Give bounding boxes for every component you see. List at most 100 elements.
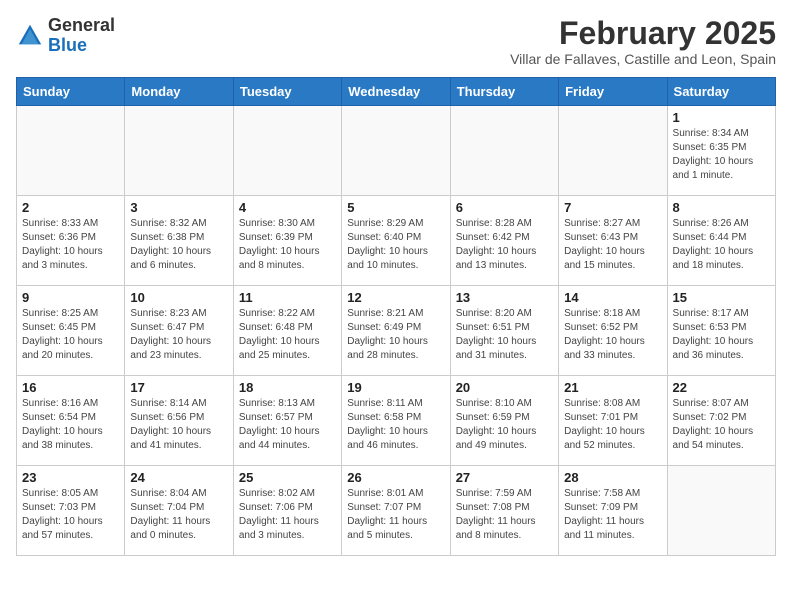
- day-number: 14: [564, 290, 661, 305]
- week-row-5: 23Sunrise: 8:05 AM Sunset: 7:03 PM Dayli…: [17, 466, 776, 556]
- day-info: Sunrise: 8:29 AM Sunset: 6:40 PM Dayligh…: [347, 217, 444, 273]
- calendar-cell: 19 Sunrise: 8:11 AM Sunset: 6:58 PM Dayli…: [342, 376, 450, 466]
- day-number: 28: [564, 470, 661, 485]
- week-row-1: 1 Sunrise: 8:34 AM Sunset: 6:35 PM Daylig…: [17, 106, 776, 196]
- calendar-cell: [450, 106, 558, 196]
- day-info: Sunrise: 8:33 AM Sunset: 6:36 PM Dayligh…: [22, 217, 119, 273]
- calendar-cell: [17, 106, 125, 196]
- day-info: Sunrise: 7:59 AM Sunset: 7:08 PM Dayligh…: [456, 487, 553, 543]
- calendar-cell: 21 Sunrise: 8:08 AM Sunset: 7:01 PM Dayli…: [559, 376, 667, 466]
- day-info: Sunrise: 8:23 AM Sunset: 6:47 PM Dayligh…: [130, 307, 227, 363]
- day-info: Sunrise: 8:10 AM Sunset: 6:59 PM Dayligh…: [456, 397, 553, 453]
- calendar-cell: [667, 466, 775, 556]
- day-header-thursday: Thursday: [450, 78, 558, 106]
- day-header-monday: Monday: [125, 78, 233, 106]
- calendar-cell: 14 Sunrise: 8:18 AM Sunset: 6:52 PM Dayli…: [559, 286, 667, 376]
- calendar-cell: 28 Sunrise: 7:58 AM Sunset: 7:09 PM Dayli…: [559, 466, 667, 556]
- calendar-subtitle: Villar de Fallaves, Castille and Leon, S…: [510, 51, 776, 67]
- calendar-cell: [342, 106, 450, 196]
- day-info: Sunrise: 7:58 AM Sunset: 7:09 PM Dayligh…: [564, 487, 661, 543]
- day-header-wednesday: Wednesday: [342, 78, 450, 106]
- logo-blue-text: Blue: [48, 36, 115, 56]
- day-number: 23: [22, 470, 119, 485]
- day-number: 22: [673, 380, 770, 395]
- day-number: 6: [456, 200, 553, 215]
- calendar-cell: 17Sunrise: 8:14 AM Sunset: 6:56 PM Dayli…: [125, 376, 233, 466]
- day-info: Sunrise: 8:07 AM Sunset: 7:02 PM Dayligh…: [673, 397, 770, 453]
- calendar-cell: 3 Sunrise: 8:32 AM Sunset: 6:38 PM Daylig…: [125, 196, 233, 286]
- day-info: Sunrise: 8:01 AM Sunset: 7:07 PM Dayligh…: [347, 487, 444, 543]
- calendar-cell: 25 Sunrise: 8:02 AM Sunset: 7:06 PM Dayli…: [233, 466, 341, 556]
- calendar-cell: 1 Sunrise: 8:34 AM Sunset: 6:35 PM Daylig…: [667, 106, 775, 196]
- day-number: 17: [130, 380, 227, 395]
- day-number: 3: [130, 200, 227, 215]
- logo-icon: [16, 22, 44, 50]
- day-header-friday: Friday: [559, 78, 667, 106]
- day-number: 8: [673, 200, 770, 215]
- title-area: February 2025 Villar de Fallaves, Castil…: [510, 16, 776, 67]
- calendar-cell: 4 Sunrise: 8:30 AM Sunset: 6:39 PM Daylig…: [233, 196, 341, 286]
- calendar-title: February 2025: [510, 16, 776, 51]
- day-number: 2: [22, 200, 119, 215]
- day-number: 18: [239, 380, 336, 395]
- day-info: Sunrise: 8:11 AM Sunset: 6:58 PM Dayligh…: [347, 397, 444, 453]
- day-info: Sunrise: 8:20 AM Sunset: 6:51 PM Dayligh…: [456, 307, 553, 363]
- calendar-cell: 20 Sunrise: 8:10 AM Sunset: 6:59 PM Dayli…: [450, 376, 558, 466]
- logo-text: General Blue: [48, 16, 115, 56]
- week-row-4: 16 Sunrise: 8:16 AM Sunset: 6:54 PM Dayli…: [17, 376, 776, 466]
- day-number: 20: [456, 380, 553, 395]
- day-number: 11: [239, 290, 336, 305]
- day-number: 19: [347, 380, 444, 395]
- day-info: Sunrise: 8:25 AM Sunset: 6:45 PM Dayligh…: [22, 307, 119, 363]
- day-info: Sunrise: 8:28 AM Sunset: 6:42 PM Dayligh…: [456, 217, 553, 273]
- calendar-cell: 13 Sunrise: 8:20 AM Sunset: 6:51 PM Dayli…: [450, 286, 558, 376]
- calendar-cell: 22 Sunrise: 8:07 AM Sunset: 7:02 PM Dayli…: [667, 376, 775, 466]
- calendar-cell: 2 Sunrise: 8:33 AM Sunset: 6:36 PM Daylig…: [17, 196, 125, 286]
- calendar-cell: 27 Sunrise: 7:59 AM Sunset: 7:08 PM Dayli…: [450, 466, 558, 556]
- calendar-cell: 10 Sunrise: 8:23 AM Sunset: 6:47 PM Dayli…: [125, 286, 233, 376]
- day-info: Sunrise: 8:26 AM Sunset: 6:44 PM Dayligh…: [673, 217, 770, 273]
- day-header-tuesday: Tuesday: [233, 78, 341, 106]
- day-number: 10: [130, 290, 227, 305]
- day-info: Sunrise: 8:13 AM Sunset: 6:57 PM Dayligh…: [239, 397, 336, 453]
- day-info: Sunrise: 8:22 AM Sunset: 6:48 PM Dayligh…: [239, 307, 336, 363]
- day-info: Sunrise: 8:30 AM Sunset: 6:39 PM Dayligh…: [239, 217, 336, 273]
- day-header-saturday: Saturday: [667, 78, 775, 106]
- calendar-cell: 23Sunrise: 8:05 AM Sunset: 7:03 PM Dayli…: [17, 466, 125, 556]
- day-number: 16: [22, 380, 119, 395]
- day-info: Sunrise: 8:34 AM Sunset: 6:35 PM Dayligh…: [673, 127, 770, 183]
- day-number: 26: [347, 470, 444, 485]
- calendar-cell: [559, 106, 667, 196]
- day-info: Sunrise: 8:02 AM Sunset: 7:06 PM Dayligh…: [239, 487, 336, 543]
- day-info: Sunrise: 8:16 AM Sunset: 6:54 PM Dayligh…: [22, 397, 119, 453]
- day-number: 5: [347, 200, 444, 215]
- calendar-cell: 26 Sunrise: 8:01 AM Sunset: 7:07 PM Dayli…: [342, 466, 450, 556]
- day-number: 9: [22, 290, 119, 305]
- calendar-cell: 16 Sunrise: 8:16 AM Sunset: 6:54 PM Dayli…: [17, 376, 125, 466]
- day-number: 4: [239, 200, 336, 215]
- calendar-cell: 6 Sunrise: 8:28 AM Sunset: 6:42 PM Daylig…: [450, 196, 558, 286]
- day-info: Sunrise: 8:32 AM Sunset: 6:38 PM Dayligh…: [130, 217, 227, 273]
- day-number: 1: [673, 110, 770, 125]
- calendar-cell: 24Sunrise: 8:04 AM Sunset: 7:04 PM Dayli…: [125, 466, 233, 556]
- header-row: SundayMondayTuesdayWednesdayThursdayFrid…: [17, 78, 776, 106]
- calendar-cell: 5 Sunrise: 8:29 AM Sunset: 6:40 PM Daylig…: [342, 196, 450, 286]
- calendar-cell: 11 Sunrise: 8:22 AM Sunset: 6:48 PM Dayli…: [233, 286, 341, 376]
- week-row-2: 2 Sunrise: 8:33 AM Sunset: 6:36 PM Daylig…: [17, 196, 776, 286]
- day-number: 7: [564, 200, 661, 215]
- calendar-cell: 9 Sunrise: 8:25 AM Sunset: 6:45 PM Daylig…: [17, 286, 125, 376]
- day-number: 13: [456, 290, 553, 305]
- day-number: 21: [564, 380, 661, 395]
- day-info: Sunrise: 8:17 AM Sunset: 6:53 PM Dayligh…: [673, 307, 770, 363]
- calendar-cell: [125, 106, 233, 196]
- day-number: 24: [130, 470, 227, 485]
- calendar-table: SundayMondayTuesdayWednesdayThursdayFrid…: [16, 77, 776, 556]
- logo: General Blue: [16, 16, 115, 56]
- calendar-header: SundayMondayTuesdayWednesdayThursdayFrid…: [17, 78, 776, 106]
- day-info: Sunrise: 8:08 AM Sunset: 7:01 PM Dayligh…: [564, 397, 661, 453]
- calendar-cell: 8 Sunrise: 8:26 AM Sunset: 6:44 PM Daylig…: [667, 196, 775, 286]
- day-info: Sunrise: 8:18 AM Sunset: 6:52 PM Dayligh…: [564, 307, 661, 363]
- day-number: 27: [456, 470, 553, 485]
- day-info: Sunrise: 8:21 AM Sunset: 6:49 PM Dayligh…: [347, 307, 444, 363]
- day-number: 25: [239, 470, 336, 485]
